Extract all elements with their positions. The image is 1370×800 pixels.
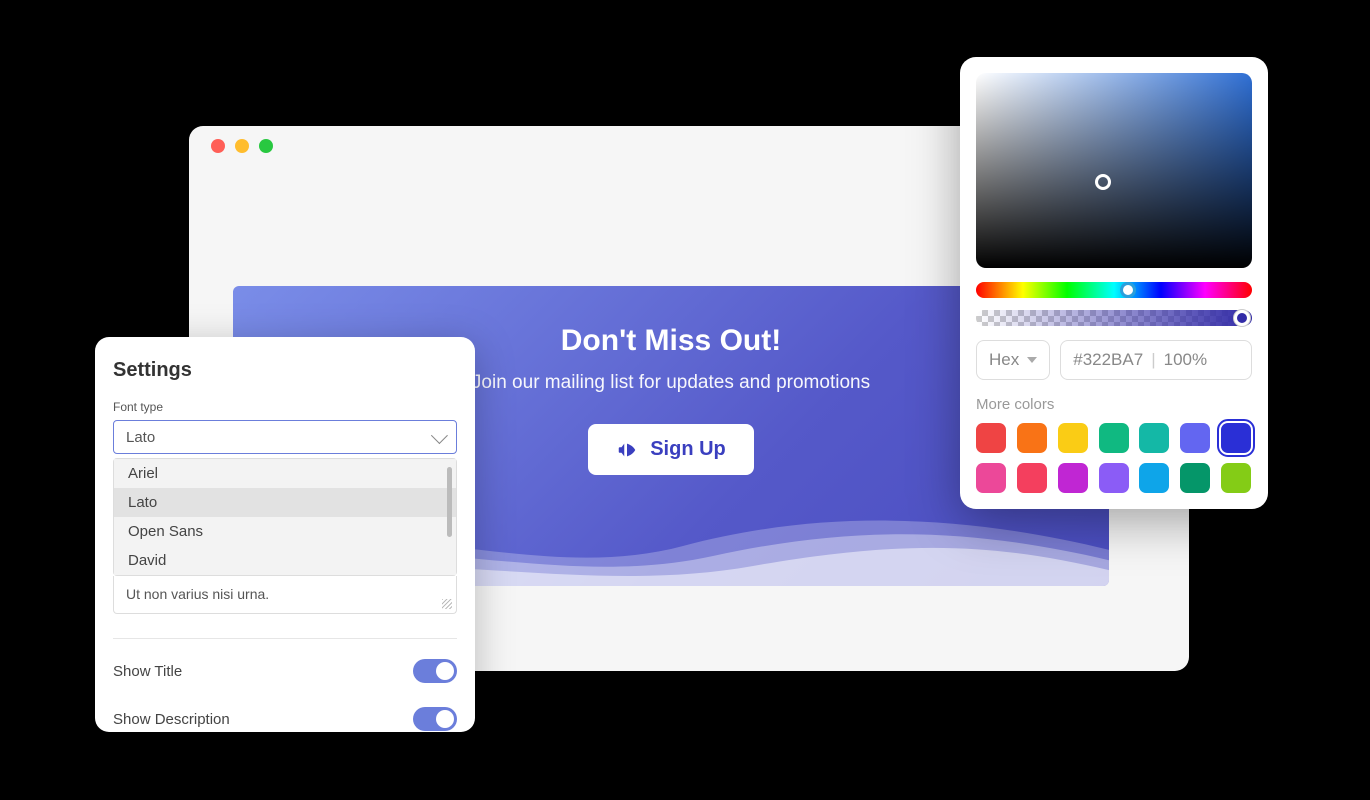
show-title-row: Show Title	[113, 647, 457, 695]
swatch-grid	[976, 423, 1252, 493]
show-title-label: Show Title	[113, 663, 182, 680]
settings-title: Settings	[113, 359, 457, 382]
color-swatch[interactable]	[1099, 463, 1129, 493]
settings-panel: Settings Font type Lato Ariel Lato Open …	[95, 337, 475, 732]
megaphone-icon	[616, 439, 638, 461]
show-title-toggle[interactable]	[413, 659, 457, 683]
font-type-label: Font type	[113, 400, 457, 414]
sv-cursor[interactable]	[1095, 174, 1111, 190]
hue-slider[interactable]	[976, 282, 1252, 298]
color-swatch[interactable]	[976, 423, 1006, 453]
font-type-selected: Lato	[126, 429, 155, 446]
signup-button[interactable]: Sign Up	[588, 424, 754, 475]
font-type-dropdown: Ariel Lato Open Sans David	[113, 458, 457, 576]
text-input[interactable]: Ut non varius nisi urna.	[113, 576, 457, 614]
hex-value: #322BA7	[1073, 350, 1143, 370]
color-swatch[interactable]	[1180, 463, 1210, 493]
color-swatch[interactable]	[1221, 423, 1251, 453]
alpha-value: 100%	[1164, 350, 1207, 370]
color-swatch[interactable]	[1058, 423, 1088, 453]
font-option[interactable]: Lato	[114, 488, 456, 517]
color-swatch[interactable]	[1139, 463, 1169, 493]
chevron-down-icon	[1027, 357, 1037, 363]
font-type-select[interactable]: Lato	[113, 420, 457, 454]
alpha-slider[interactable]	[976, 310, 1252, 326]
hex-input[interactable]: #322BA7 | 100%	[1060, 340, 1252, 380]
color-format-label: Hex	[989, 350, 1019, 370]
chevron-down-icon	[431, 427, 448, 444]
color-swatch[interactable]	[1139, 423, 1169, 453]
font-option[interactable]: Ariel	[114, 459, 456, 488]
show-description-label: Show Description	[113, 711, 230, 728]
show-description-row: Show Description	[113, 695, 457, 743]
hue-cursor[interactable]	[1120, 282, 1136, 298]
signup-button-label: Sign Up	[650, 438, 726, 461]
font-option[interactable]: David	[114, 546, 456, 575]
more-colors-label: More colors	[976, 396, 1252, 413]
close-dot[interactable]	[211, 139, 225, 153]
color-swatch[interactable]	[1058, 463, 1088, 493]
color-format-select[interactable]: Hex	[976, 340, 1050, 380]
font-option[interactable]: Open Sans	[114, 517, 456, 546]
color-swatch[interactable]	[1017, 463, 1047, 493]
minimize-dot[interactable]	[235, 139, 249, 153]
resize-grip-icon[interactable]	[442, 599, 452, 609]
show-description-toggle[interactable]	[413, 707, 457, 731]
dropdown-scrollbar[interactable]	[447, 467, 452, 537]
color-swatch[interactable]	[1099, 423, 1129, 453]
text-input-value: Ut non varius nisi urna.	[126, 586, 269, 602]
color-swatch[interactable]	[976, 463, 1006, 493]
color-swatch[interactable]	[1017, 423, 1047, 453]
color-swatch[interactable]	[1221, 463, 1251, 493]
divider	[113, 638, 457, 639]
saturation-value-area[interactable]	[976, 73, 1252, 268]
color-swatch[interactable]	[1180, 423, 1210, 453]
maximize-dot[interactable]	[259, 139, 273, 153]
color-picker-panel: Hex #322BA7 | 100% More colors	[960, 57, 1268, 509]
alpha-cursor[interactable]	[1234, 310, 1250, 326]
separator: |	[1151, 350, 1155, 370]
